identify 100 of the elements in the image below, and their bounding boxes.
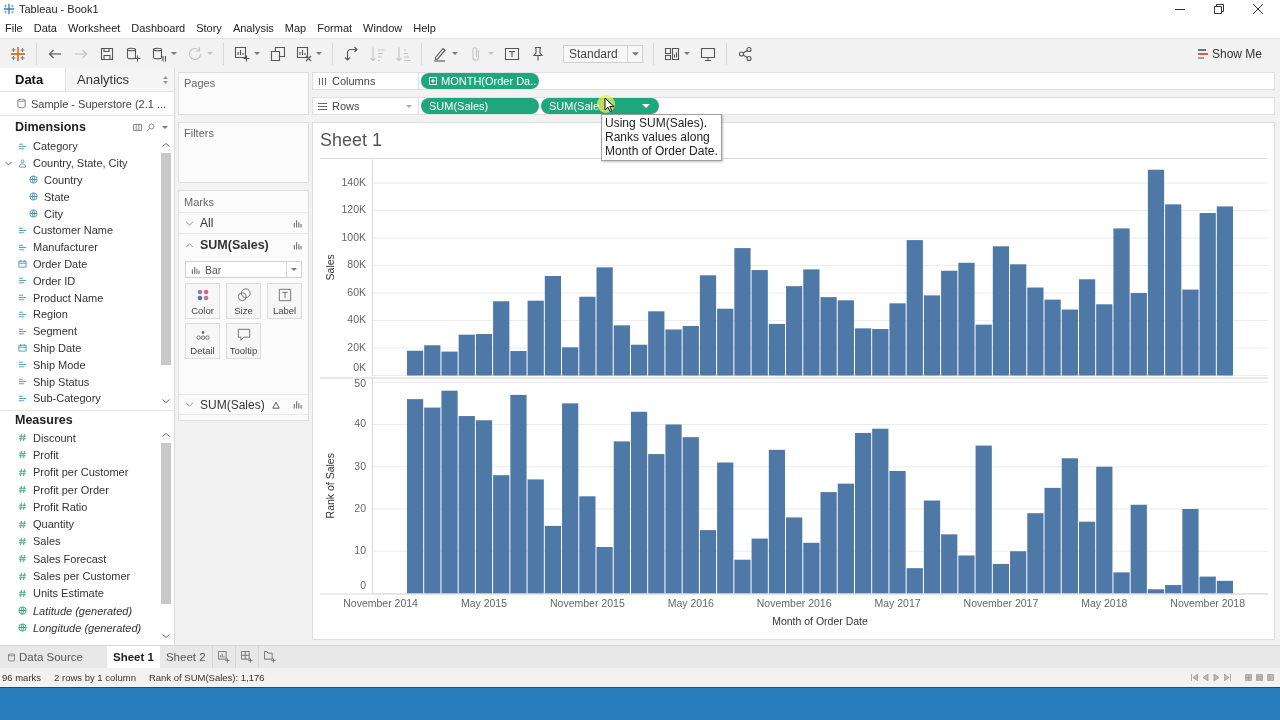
- pages-shelf[interactable]: Pages: [178, 72, 309, 115]
- sheet-tab[interactable]: Sheet 2: [159, 646, 212, 668]
- share-icon[interactable]: [737, 45, 753, 62]
- marks-card-label[interactable]: SUM(Sales): [200, 397, 265, 412]
- columns-shelf[interactable]: Columns MONTH(Order Da..: [312, 72, 1275, 90]
- marks-card-label[interactable]: SUM(Sales): [200, 238, 269, 252]
- close-icon[interactable]: [1253, 4, 1263, 14]
- mark-property-button[interactable]: Label: [267, 283, 302, 319]
- last-page-icon[interactable]: [1224, 674, 1231, 681]
- field-name[interactable]: Sales per Customer: [33, 570, 131, 582]
- menu-item[interactable]: Window: [358, 22, 408, 34]
- field-name[interactable]: Sales: [33, 535, 61, 548]
- field-name[interactable]: City: [44, 207, 63, 220]
- mark-type-dropdown[interactable]: Bar: [185, 261, 302, 278]
- field-name[interactable]: Manufacturer: [33, 241, 98, 254]
- sheet-tab[interactable]: Data Source: [0, 646, 107, 668]
- field-name[interactable]: Discount: [33, 431, 76, 444]
- show-me-button[interactable]: Show Me: [1197, 46, 1262, 61]
- field-name[interactable]: Ship Status: [33, 375, 90, 388]
- field-name[interactable]: Profit Ratio: [33, 500, 88, 513]
- field-name[interactable]: Region: [33, 308, 68, 321]
- field-name[interactable]: State: [44, 190, 70, 203]
- chevron-down-icon[interactable]: [185, 220, 194, 226]
- menu-item[interactable]: File: [0, 22, 28, 34]
- pane-tab[interactable]: Data: [0, 68, 65, 91]
- menu-item[interactable]: Map: [279, 22, 312, 34]
- highlighter-icon[interactable]: [432, 45, 448, 62]
- field-name[interactable]: Profit: [33, 448, 59, 461]
- mark-property-button[interactable]: Detail: [185, 323, 220, 359]
- caret-icon[interactable]: [316, 52, 322, 55]
- menu-item[interactable]: Story: [191, 22, 227, 34]
- field-name[interactable]: Sales Forecast: [33, 552, 107, 565]
- new-worksheet-icon[interactable]: [217, 651, 230, 663]
- caret-icon[interactable]: [642, 104, 650, 108]
- save-icon[interactable]: [99, 45, 115, 62]
- pin-icon[interactable]: [530, 45, 546, 62]
- new-story-icon[interactable]: [263, 651, 276, 663]
- first-page-icon[interactable]: [1191, 674, 1198, 681]
- search-icon[interactable]: [146, 122, 155, 132]
- database-pause-icon[interactable]: [151, 45, 167, 62]
- chart-plus-icon[interactable]: [234, 45, 250, 62]
- caret-icon[interactable]: [684, 52, 690, 55]
- chevron-down-icon[interactable]: [5, 159, 12, 167]
- show-me-icon[interactable]: [1197, 48, 1208, 59]
- caret-icon[interactable]: [452, 52, 458, 55]
- caret-icon[interactable]: [162, 125, 168, 129]
- field-name[interactable]: Latitude (generated): [33, 604, 133, 617]
- duplicate-icon[interactable]: [270, 45, 286, 62]
- field-name[interactable]: Country, State, City: [33, 157, 128, 170]
- menu-item[interactable]: Help: [408, 22, 441, 34]
- menu-item[interactable]: Analysis: [227, 22, 279, 34]
- up-down-arrows-icon[interactable]: [163, 75, 168, 84]
- menu-item[interactable]: Format: [312, 22, 358, 34]
- minimize-icon[interactable]: [1175, 8, 1185, 10]
- next-icon[interactable]: [1213, 674, 1220, 681]
- marks-card-label[interactable]: All: [200, 216, 214, 230]
- field-name[interactable]: Ship Mode: [33, 358, 86, 371]
- field-name[interactable]: Profit per Order: [33, 483, 109, 496]
- scroll-down-icon[interactable]: [161, 399, 170, 403]
- chevron-down-icon[interactable]: [185, 402, 194, 407]
- filters-shelf[interactable]: Filters: [178, 122, 309, 183]
- field-name[interactable]: Category: [33, 140, 78, 153]
- text-label-icon[interactable]: [504, 45, 520, 62]
- field-name[interactable]: Ship Date: [33, 341, 82, 354]
- caret-icon[interactable]: [254, 52, 260, 55]
- caret-icon[interactable]: [291, 268, 297, 271]
- sheet-tab[interactable]: Sheet 1: [107, 646, 160, 668]
- field-name[interactable]: Sub-Category: [33, 392, 101, 405]
- caret-icon[interactable]: [171, 52, 177, 55]
- field-name[interactable]: Customer Name: [33, 224, 114, 237]
- field-name[interactable]: Units Estimate: [33, 587, 104, 600]
- field-name[interactable]: Order ID: [33, 274, 76, 287]
- grid-icon[interactable]: [133, 123, 142, 131]
- mark-property-button[interactable]: Color: [185, 283, 220, 319]
- previous-icon[interactable]: [1202, 674, 1209, 681]
- caret-icon[interactable]: [631, 51, 639, 56]
- field-name[interactable]: Quantity: [33, 518, 74, 531]
- scroll-up-icon[interactable]: [161, 433, 170, 437]
- menu-item[interactable]: Dashboard: [126, 22, 191, 34]
- field-name[interactable]: Country: [44, 174, 83, 186]
- new-dashboard-icon[interactable]: [240, 651, 253, 663]
- mark-property-button[interactable]: Tooltip: [226, 323, 261, 359]
- scroll-down-icon[interactable]: [161, 634, 170, 638]
- cards-icon[interactable]: [664, 45, 680, 62]
- field-name[interactable]: Order Date: [33, 257, 88, 270]
- pane-tab[interactable]: Analytics: [65, 68, 140, 91]
- menu-item[interactable]: Worksheet: [63, 22, 126, 34]
- logo-icon[interactable]: [10, 45, 26, 62]
- field-name[interactable]: Profit per Customer: [33, 466, 129, 479]
- chart-clear-icon[interactable]: [296, 45, 312, 62]
- data-source-name[interactable]: Sample - Superstore (2.1 ...: [31, 97, 167, 110]
- plus-box-icon[interactable]: [429, 77, 437, 85]
- scrollbar-thumb[interactable]: [160, 153, 171, 365]
- restore-icon[interactable]: [1214, 4, 1224, 14]
- database-plus-icon[interactable]: [125, 45, 141, 62]
- fit-dropdown[interactable]: Standard: [563, 44, 643, 63]
- mark-property-button[interactable]: Size: [226, 283, 261, 319]
- swap-icon[interactable]: [343, 45, 359, 62]
- menu-item[interactable]: Data: [28, 22, 62, 34]
- field-name[interactable]: Longitude (generated): [33, 621, 142, 634]
